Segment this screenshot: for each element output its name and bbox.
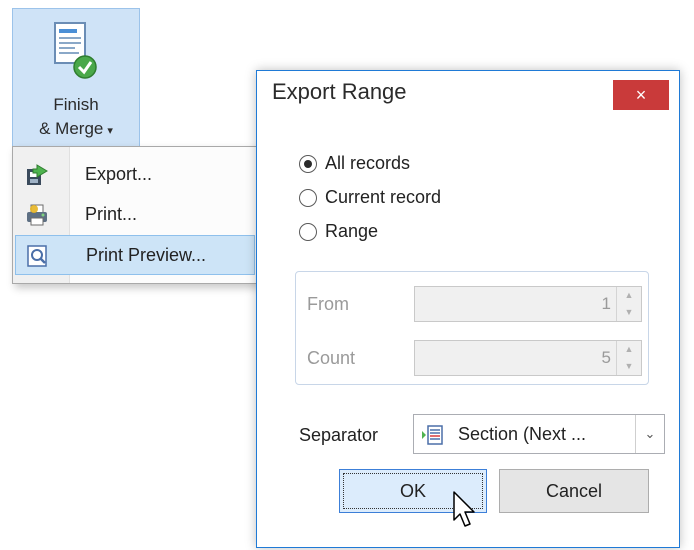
- from-value: 1: [601, 294, 611, 313]
- section-break-icon: [422, 425, 443, 445]
- cancel-label: Cancel: [545, 481, 603, 501]
- dialog-title: Export Range: [272, 79, 407, 104]
- radio-label: Current record: [325, 187, 442, 207]
- menu-item-print-preview[interactable]: Print Preview...: [15, 235, 255, 275]
- menu-item-label: Print...: [85, 204, 138, 224]
- menu-item-print[interactable]: Print...: [15, 195, 255, 235]
- chevron-down-icon[interactable]: ⌄: [635, 415, 664, 453]
- spin-up-icon[interactable]: ▲: [617, 287, 641, 304]
- menu-item-label: Export...: [85, 164, 153, 184]
- finish-merge-menu: Export... Print... Print Preview...: [12, 146, 258, 284]
- radio-button[interactable]: [299, 189, 317, 207]
- document-check-icon: [54, 22, 97, 79]
- print-preview-icon: [27, 245, 47, 267]
- cancel-button[interactable]: Cancel: [499, 469, 649, 513]
- count-label: Count: [307, 348, 356, 368]
- radio-button[interactable]: [299, 223, 317, 241]
- menu-item-export[interactable]: Export...: [15, 155, 255, 195]
- from-spinner[interactable]: 1 ▲ ▼: [414, 286, 642, 322]
- spin-down-icon[interactable]: ▼: [617, 358, 641, 375]
- radio-label: Range: [325, 221, 379, 241]
- spin-buttons: ▲ ▼: [616, 287, 641, 321]
- merge-label: & Merge ▾: [39, 119, 113, 138]
- printer-icon: [27, 204, 47, 226]
- export-icon: [27, 164, 48, 185]
- spin-up-icon[interactable]: ▲: [617, 341, 641, 358]
- spin-buttons: ▲ ▼: [616, 341, 641, 375]
- finish-label: Finish: [53, 95, 99, 114]
- menu-item-label: Print Preview...: [86, 245, 207, 265]
- count-value: 5: [601, 348, 611, 367]
- export-range-dialog: Export Range × All records Current recor…: [256, 70, 680, 548]
- close-icon: ×: [635, 85, 647, 105]
- from-label: From: [307, 294, 349, 314]
- finish-merge-button[interactable]: Finish & Merge ▾: [12, 8, 140, 150]
- radio-label: All records: [325, 153, 411, 173]
- separator-label: Separator: [299, 425, 379, 445]
- chevron-down-icon: ▾: [107, 125, 113, 137]
- separator-combo[interactable]: Section (Next ... ⌄: [413, 414, 665, 454]
- separator-value: Section (Next ...: [458, 424, 587, 444]
- count-spinner[interactable]: 5 ▲ ▼: [414, 340, 642, 376]
- radio-button-checked[interactable]: [299, 155, 317, 173]
- range-group: From 1 ▲ ▼ Count 5 ▲ ▼: [295, 271, 649, 385]
- close-button[interactable]: ×: [613, 80, 669, 110]
- spin-down-icon[interactable]: ▼: [617, 304, 641, 321]
- mouse-cursor-icon: [453, 491, 475, 527]
